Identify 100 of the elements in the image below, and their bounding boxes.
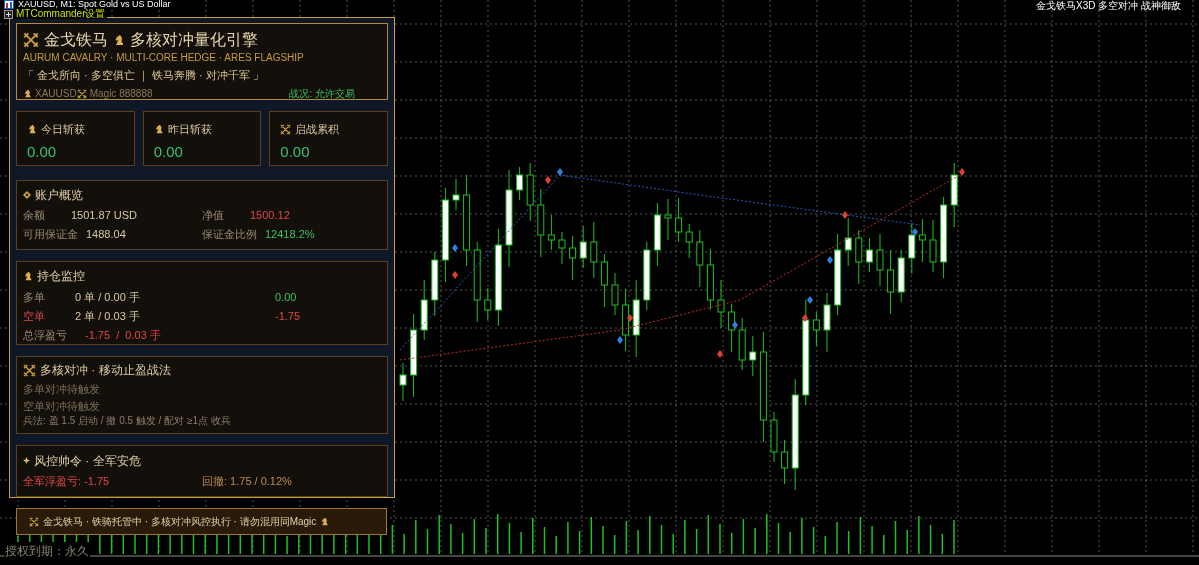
stat-label: 今日斩获 [41,122,85,137]
banner-text: 金戈铁马 · 铁骑托管中 · 多核对冲风控执行 · 请勿混用同Magic [43,515,317,529]
candle [452,178,460,211]
candle [823,292,831,353]
field-value: 1501.87 USD [71,208,138,224]
candle [950,162,958,228]
trade-marker [452,244,458,252]
candle [484,287,492,321]
total-label: 总浮盈亏 [23,328,68,344]
field-label: 可用保证金 [23,227,78,243]
field-label: 净值 [202,208,225,224]
trade-marker [807,296,813,304]
candle [918,218,926,263]
candle [908,222,916,275]
trade-marker [912,228,918,236]
magic-label: Magic 888888 [89,87,153,101]
section-title: 多核对冲 · 移动止盈战法 [40,362,171,380]
candle [717,279,725,329]
candle [611,272,619,316]
crossed-swords-icon [23,364,36,377]
candle [558,231,566,265]
position-label: 空单 [23,309,46,325]
field-value: 1500.12 [250,208,290,224]
candle [590,221,598,279]
candle [706,248,714,311]
trade-marker [557,168,563,176]
trade-marker [717,350,723,358]
candle [569,235,577,281]
candle [420,279,428,341]
candle [876,233,884,287]
candle [643,241,651,311]
section-title: 账户概览 [35,187,83,205]
position-label: 多单 [23,290,46,306]
panel-title: 金戈铁马 [44,30,108,50]
candle [887,249,895,315]
motto: 「 金戈所向 · 多空俱亡 ｜ 铁马奔腾 · 对冲千军 」 [23,68,265,82]
chess-knight-icon [23,89,32,98]
candle [675,197,683,243]
candle [812,311,820,347]
drawdown-value: 回撤: 1.75 / 0.12% [202,473,293,489]
candle [547,214,555,251]
floating-pnl: 全军浮盈亏: -1.75 [23,473,111,489]
trade-marker [545,176,551,184]
crossed-swords-icon [23,32,39,48]
trade-marker [732,321,738,329]
candle [622,288,630,352]
field-label: 保证金比例 [202,227,257,243]
stat-value: 0.00 [27,141,58,162]
position-pnl: -1.75 [275,309,301,325]
position-pnl: 0.00 [275,290,297,306]
strategy-status: 空单对冲待触发 [23,399,101,415]
candle [728,303,736,353]
candle [855,229,863,285]
section-title: 风控帅令 · 全军安危 [34,452,141,470]
chess-knight-icon [27,124,37,135]
symbol-label: XAUUSD [35,87,77,101]
candle [844,217,852,267]
stat-label: 启战累积 [295,122,340,137]
panel-title: 多核对冲量化引擎 [130,30,258,50]
candle [600,253,608,308]
field-label: 余额 [23,208,46,224]
candle [526,162,534,222]
candle [664,198,672,241]
candle [431,251,439,317]
candle [865,237,873,273]
stat-value: 0.00 [280,141,311,162]
stat-value: 0.00 [153,141,184,162]
trade-marker [452,271,458,279]
license-label: 授权到期：永久 [4,542,90,560]
candle [653,202,661,267]
section-title: 持仓监控 [37,268,85,286]
chess-knight-icon [23,271,33,282]
candle [537,188,545,258]
candle [399,362,407,402]
position-orders: 2 单 / 0.03 手 [75,309,141,325]
field-value: 12418.2% [265,227,315,243]
strategy-status: 多单对冲待触发 [23,382,101,398]
candle [696,229,704,288]
trade-marker [959,168,965,176]
candle [579,225,587,269]
plus-icon[interactable] [4,9,13,19]
diamond-icon [23,191,31,200]
trade-marker [617,336,623,344]
chart-caption: 金戈铁马X3D 多空对冲 战神御敌 [1036,1,1181,11]
candle [516,166,524,201]
candle [781,439,789,485]
field-value: 1488.04 [86,227,126,243]
chart-window-icon [4,0,14,9]
strategy-rule: 兵法: 盈 1.5 启动 / 撤 0.5 触发 / 配对 ≥1点 收兵 [23,415,232,428]
candle [897,249,905,303]
candle [738,317,746,371]
candle [929,219,937,273]
chart-title: XAUUSD, M1: Spot Gold vs US Dollar [18,0,171,9]
crossed-swords-icon [76,88,87,99]
candle [749,335,757,377]
trade-marker [802,314,808,322]
candle [685,223,693,259]
chess-knight-icon [320,517,330,526]
candle [770,411,778,463]
chess-knight-icon [113,34,125,46]
